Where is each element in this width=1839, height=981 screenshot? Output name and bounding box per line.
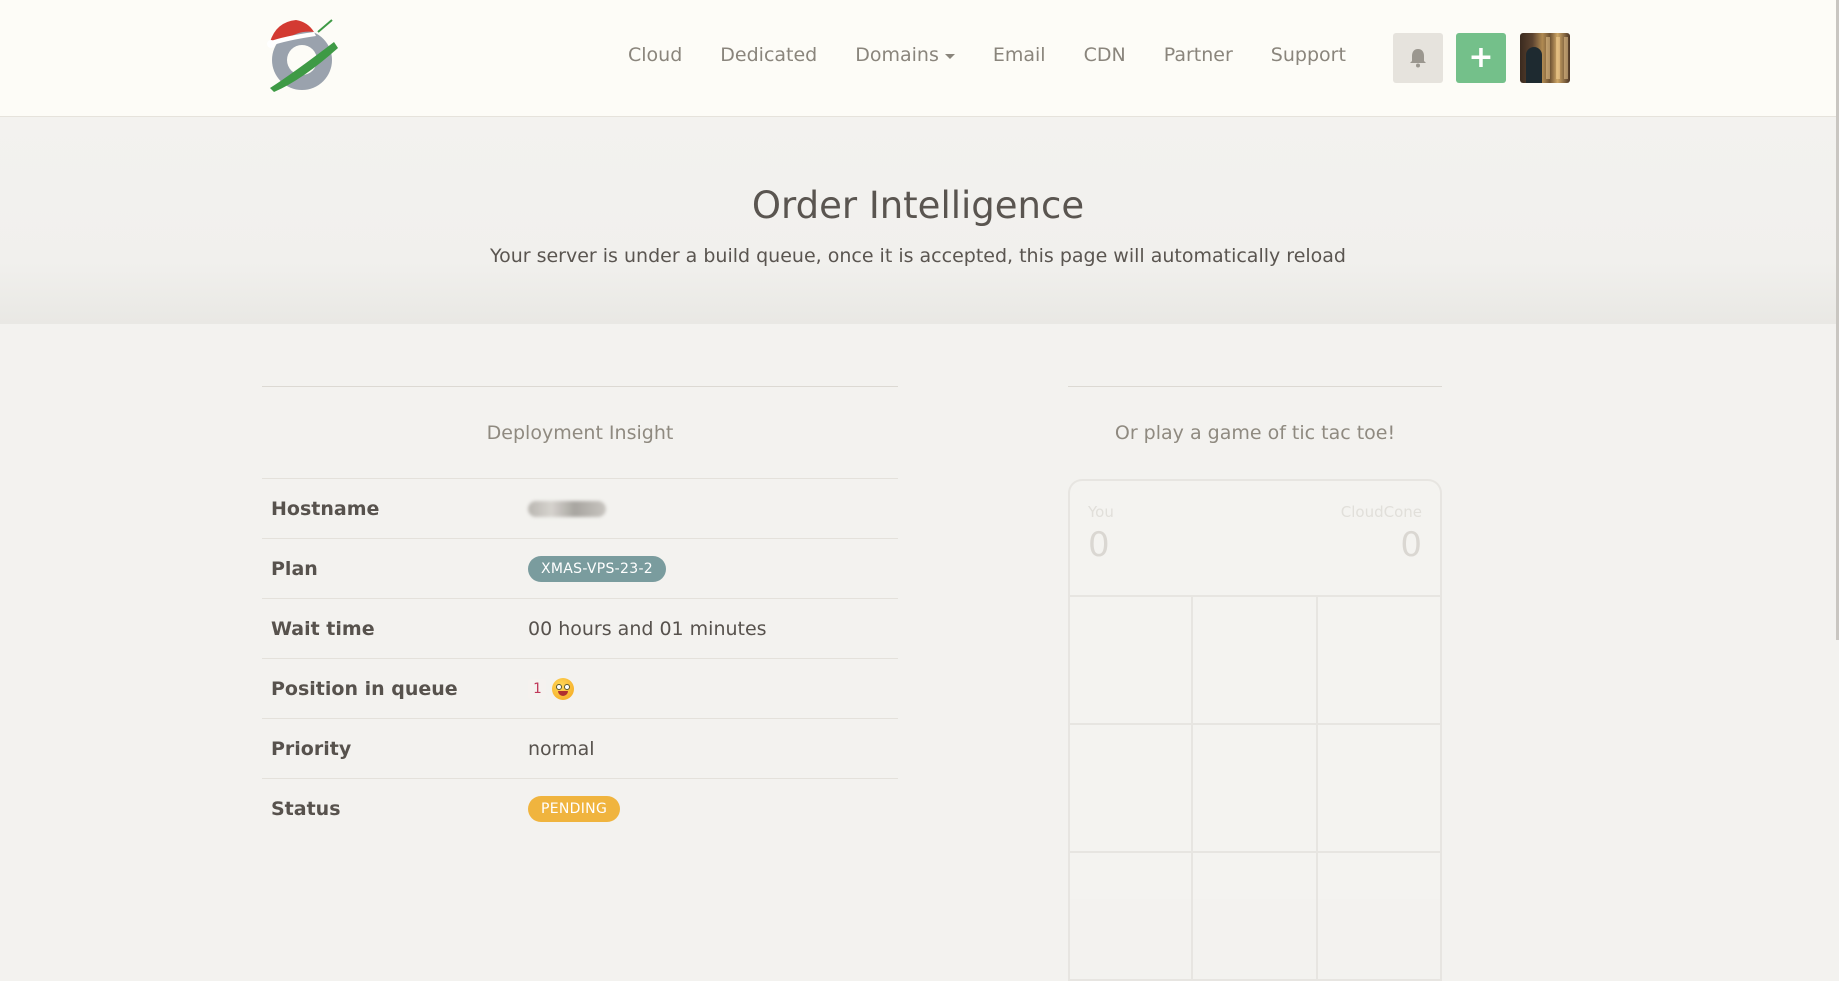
priority-label: Priority <box>271 737 352 760</box>
nav-email-label: Email <box>992 44 1046 66</box>
nav-partner-label: Partner <box>1163 44 1233 66</box>
game-grid <box>1068 595 1442 981</box>
game-cell[interactable] <box>1318 597 1442 725</box>
game-cell[interactable] <box>1193 853 1318 981</box>
plan-badge: XMAS-VPS-23-2 <box>528 555 666 582</box>
hostname-value-redacted <box>528 500 606 517</box>
opponent-label: CloudCone <box>1340 503 1422 521</box>
deployment-insight-panel: Deployment Insight Hostname Plan XMAS-VP… <box>262 386 898 839</box>
page-subtitle: Your server is under a build queue, once… <box>489 245 1346 267</box>
nav-domains-dropdown[interactable]: Domains <box>855 44 955 66</box>
game-cell[interactable] <box>1193 725 1318 853</box>
player-score-value: 0 <box>1088 525 1110 565</box>
cloudcone-logo-icon[interactable] <box>262 14 344 94</box>
nav-cdn[interactable]: CDN <box>1084 44 1126 66</box>
nav-domains-label: Domains <box>855 44 939 66</box>
caret-down-icon <box>944 54 955 59</box>
avatar-detail <box>1556 37 1560 79</box>
hostname-label: Hostname <box>271 497 380 520</box>
user-avatar[interactable] <box>1520 33 1570 83</box>
opponent-score-value: 0 <box>1400 525 1422 565</box>
queue-position-label: Position in queue <box>271 677 458 700</box>
plan-row: Plan XMAS-VPS-23-2 <box>262 539 898 599</box>
nav-cloud-label: Cloud <box>628 44 683 66</box>
queue-position-row: Position in queue 1 <box>262 659 898 719</box>
game-cell[interactable] <box>1068 725 1193 853</box>
page-title: Order Intelligence <box>751 184 1085 227</box>
queue-position-value: 1 <box>528 678 547 699</box>
plan-label: Plan <box>271 557 318 580</box>
game-heading: Or play a game of tic tac toe! <box>1114 422 1396 444</box>
top-navbar: Cloud Dedicated Domains Email CDN Partne… <box>0 0 1836 117</box>
player-label: You <box>1088 503 1114 521</box>
main-nav: Cloud Dedicated Domains Email CDN Partne… <box>628 44 1384 66</box>
game-cell[interactable] <box>1193 597 1318 725</box>
game-cell[interactable] <box>1318 725 1442 853</box>
status-badge: PENDING <box>528 796 621 822</box>
hero-section: Order Intelligence Your server is under … <box>0 118 1836 324</box>
game-cell[interactable] <box>1068 853 1193 981</box>
avatar-detail <box>1546 37 1550 79</box>
tic-tac-toe-panel: Or play a game of tic tac toe! You 0 Clo… <box>1068 386 1442 981</box>
tic-tac-toe-board: You 0 CloudCone 0 <box>1068 479 1442 981</box>
nav-cloud[interactable]: Cloud <box>628 44 682 66</box>
wait-time-value: 00 hours and 01 minutes <box>528 617 767 640</box>
nav-support[interactable]: Support <box>1271 44 1346 66</box>
hostname-row: Hostname <box>262 479 898 539</box>
priority-value: normal <box>528 737 595 760</box>
wait-time-row: Wait time 00 hours and 01 minutes <box>262 599 898 659</box>
insight-heading: Deployment Insight <box>262 387 898 479</box>
status-row: Status PENDING <box>262 779 898 839</box>
add-new-button[interactable]: + <box>1456 33 1506 83</box>
player-score: You 0 <box>1088 503 1114 565</box>
nav-support-label: Support <box>1270 44 1346 66</box>
wait-time-label: Wait time <box>271 617 375 640</box>
nav-dedicated-label: Dedicated <box>720 44 818 66</box>
bell-icon <box>1410 49 1426 68</box>
game-cell[interactable] <box>1068 597 1193 725</box>
avatar-figure <box>1526 47 1542 83</box>
nav-email[interactable]: Email <box>993 44 1046 66</box>
avatar-detail <box>1564 37 1568 79</box>
grinning-face-emoji-icon <box>552 677 575 700</box>
plus-icon: + <box>1468 40 1494 75</box>
nav-partner[interactable]: Partner <box>1164 44 1233 66</box>
notifications-button[interactable] <box>1393 33 1443 83</box>
nav-cdn-label: CDN <box>1083 44 1126 66</box>
game-cell[interactable] <box>1318 853 1442 981</box>
nav-dedicated[interactable]: Dedicated <box>720 44 817 66</box>
opponent-score: CloudCone 0 <box>1341 503 1422 565</box>
priority-row: Priority normal <box>262 719 898 779</box>
status-label: Status <box>271 798 341 820</box>
